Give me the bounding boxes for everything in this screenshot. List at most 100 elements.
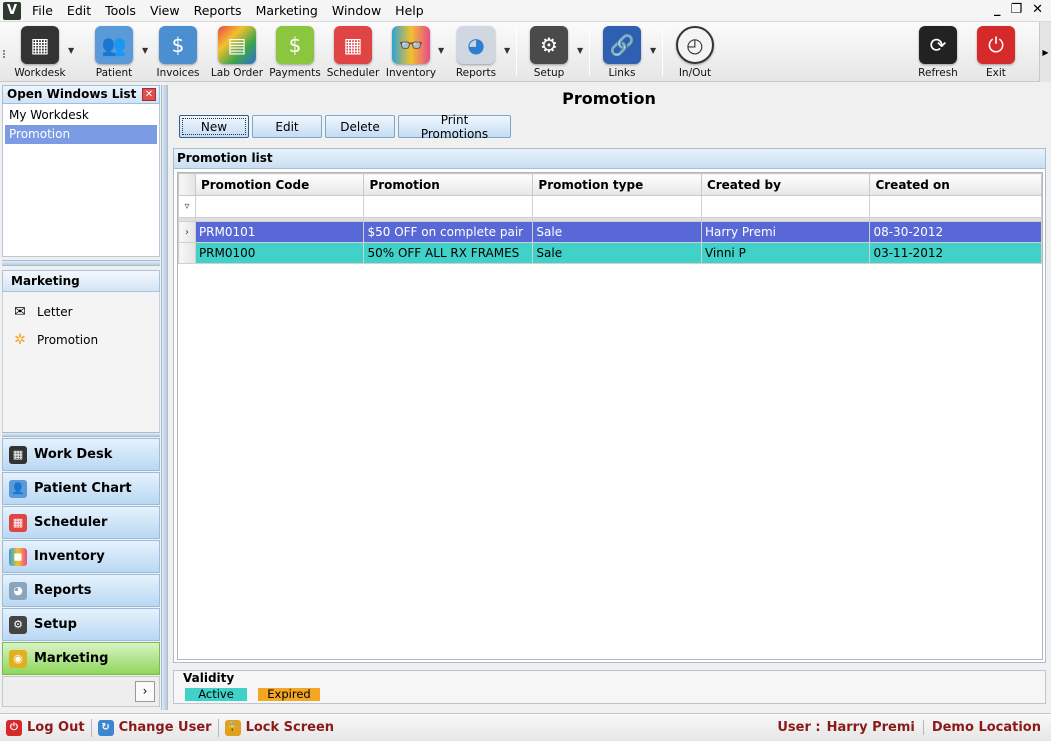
filter-icon[interactable]: ▿ [178, 195, 196, 218]
nav-label: Work Desk [34, 447, 113, 462]
setup-button[interactable]: ⚙ Setup [519, 26, 579, 80]
table-row[interactable]: › PRM0101 $50 OFF on complete pair Sale … [178, 221, 1042, 243]
workdesk-dropdown-icon[interactable]: ▼ [68, 46, 74, 55]
restore-button[interactable]: ❐ [1010, 2, 1022, 17]
lock-icon: 🔒 [224, 719, 241, 736]
new-button[interactable]: New [179, 115, 249, 138]
scheduler-label: Scheduler [326, 67, 380, 79]
menu-view[interactable]: View [143, 0, 187, 22]
payments-label: Payments [269, 67, 321, 79]
reports-dropdown-icon[interactable]: ▼ [504, 46, 510, 55]
active-chip: Active [185, 688, 247, 701]
links-dropdown-icon[interactable]: ▼ [650, 46, 656, 55]
inventory-dropdown-icon[interactable]: ▼ [438, 46, 444, 55]
lab-order-label: Lab Order [210, 67, 264, 79]
lab-order-button[interactable]: ▤ Lab Order [207, 26, 267, 80]
toolbar-separator [516, 28, 517, 76]
logout-button[interactable]: ⏻ Log Out [0, 718, 92, 737]
exit-button[interactable]: ⏻ Exit [966, 26, 1026, 80]
scheduler-button[interactable]: ▦ Scheduler [323, 26, 383, 80]
invoices-button[interactable]: $ Invoices [148, 26, 208, 80]
current-row-indicator-icon[interactable]: › [178, 221, 196, 243]
setup-dropdown-icon[interactable]: ▼ [577, 46, 583, 55]
nav-setup[interactable]: ⚙ Setup [2, 608, 160, 641]
nav-label: Inventory [34, 549, 105, 564]
lock-screen-button[interactable]: 🔒 Lock Screen [219, 719, 340, 737]
invoices-label: Invoices [156, 67, 200, 79]
workdesk-label: Workdesk [14, 67, 66, 79]
cell-promotion[interactable]: 50% OFF ALL RX FRAMES [363, 242, 534, 264]
lab-order-icon: ▤ [218, 26, 256, 64]
nav-patient-chart[interactable]: 👤 Patient Chart [2, 472, 160, 505]
in-out-button[interactable]: ◴ In/Out [665, 26, 725, 80]
menu-edit[interactable]: Edit [60, 0, 98, 22]
column-header-created-on[interactable]: Created on [869, 173, 1042, 196]
nav-work-desk[interactable]: ▦ Work Desk [2, 438, 160, 471]
filter-cell[interactable] [532, 195, 702, 218]
filter-cell[interactable] [700, 195, 871, 218]
toolbar-scroll-right-icon[interactable]: ▶ [1039, 22, 1051, 82]
cell-code[interactable]: PRM0100 [194, 242, 365, 264]
column-header-promotion-type[interactable]: Promotion type [532, 173, 702, 196]
nav-scheduler[interactable]: ▦ Scheduler [2, 506, 160, 539]
reports-button[interactable]: ◕ Reports [446, 26, 506, 80]
chevron-right-icon[interactable]: › [135, 681, 155, 702]
header-row: Promotion Code Promotion Promotion type … [178, 173, 1042, 196]
workdesk-icon: ▦ [9, 445, 27, 464]
cell-promotion[interactable]: $50 OFF on complete pair [363, 221, 534, 243]
change-user-button[interactable]: ↻ Change User [92, 718, 219, 737]
open-window-item[interactable]: My Workdesk [5, 106, 157, 125]
marketing-item-promotion[interactable]: ✲ Promotion [3, 326, 159, 354]
column-header-promotion[interactable]: Promotion [363, 173, 534, 196]
refresh-button[interactable]: ⟳ Refresh [908, 26, 968, 80]
menu-marketing[interactable]: Marketing [249, 0, 325, 22]
left-splitter[interactable] [2, 260, 160, 266]
cell-code[interactable]: PRM0101 [194, 221, 365, 243]
menu-help[interactable]: Help [388, 0, 431, 22]
marketing-item-label: Letter [37, 305, 73, 319]
payments-button[interactable]: $ Payments [265, 26, 325, 80]
vertical-splitter[interactable] [161, 85, 168, 710]
nav-overflow-bar: › [2, 676, 160, 707]
clock-icon: ◴ [676, 26, 714, 64]
invoices-icon: $ [159, 26, 197, 64]
inventory-button[interactable]: 👓 Inventory [381, 26, 441, 80]
row-header[interactable] [178, 242, 196, 264]
close-button[interactable]: ✕ [1032, 2, 1043, 17]
nav-marketing[interactable]: ◉ Marketing [2, 642, 160, 675]
links-button[interactable]: 🔗 Links [592, 26, 652, 80]
column-header-promotion-code[interactable]: Promotion Code [194, 173, 365, 196]
cell-created-by[interactable]: Vinni P [700, 242, 871, 264]
table-row[interactable]: PRM0100 50% OFF ALL RX FRAMES Sale Vinni… [178, 242, 1042, 264]
menu-tools[interactable]: Tools [98, 0, 143, 22]
cell-created-on[interactable]: 03-11-2012 [869, 242, 1042, 264]
marketing-list: ✉ Letter ✲ Promotion [2, 292, 160, 432]
minimize-button[interactable]: _ [994, 2, 1001, 17]
filter-cell[interactable] [363, 195, 534, 218]
menu-file[interactable]: File [25, 0, 60, 22]
nav-inventory[interactable]: ◼ Inventory [2, 540, 160, 573]
close-icon[interactable]: ✕ [142, 88, 156, 101]
cell-created-by[interactable]: Harry Premi [700, 221, 871, 243]
workdesk-button[interactable]: ▦ Workdesk [10, 26, 70, 80]
main-content: Promotion New Edit Delete Print Promotio… [169, 85, 1049, 710]
cell-type[interactable]: Sale [532, 242, 702, 264]
cell-type[interactable]: Sale [532, 221, 702, 243]
patient-button[interactable]: 👥 Patient [84, 26, 144, 80]
open-window-item[interactable]: Promotion [5, 125, 157, 144]
edit-button[interactable]: Edit [252, 115, 322, 138]
column-header-created-by[interactable]: Created by [700, 173, 871, 196]
toolbar-grip[interactable] [3, 50, 7, 58]
filter-cell[interactable] [869, 195, 1042, 218]
menu-window[interactable]: Window [325, 0, 388, 22]
menu-reports[interactable]: Reports [187, 0, 249, 22]
patient-label: Patient [95, 67, 133, 79]
cell-created-on[interactable]: 08-30-2012 [869, 221, 1042, 243]
marketing-item-letter[interactable]: ✉ Letter [3, 298, 159, 326]
delete-button[interactable]: Delete [325, 115, 395, 138]
nav-reports[interactable]: ◕ Reports [2, 574, 160, 607]
filter-cell[interactable] [194, 195, 365, 218]
print-promotions-button[interactable]: Print Promotions [398, 113, 511, 141]
nav-splitter[interactable] [2, 432, 160, 437]
scheduler-icon: ▦ [9, 513, 27, 532]
